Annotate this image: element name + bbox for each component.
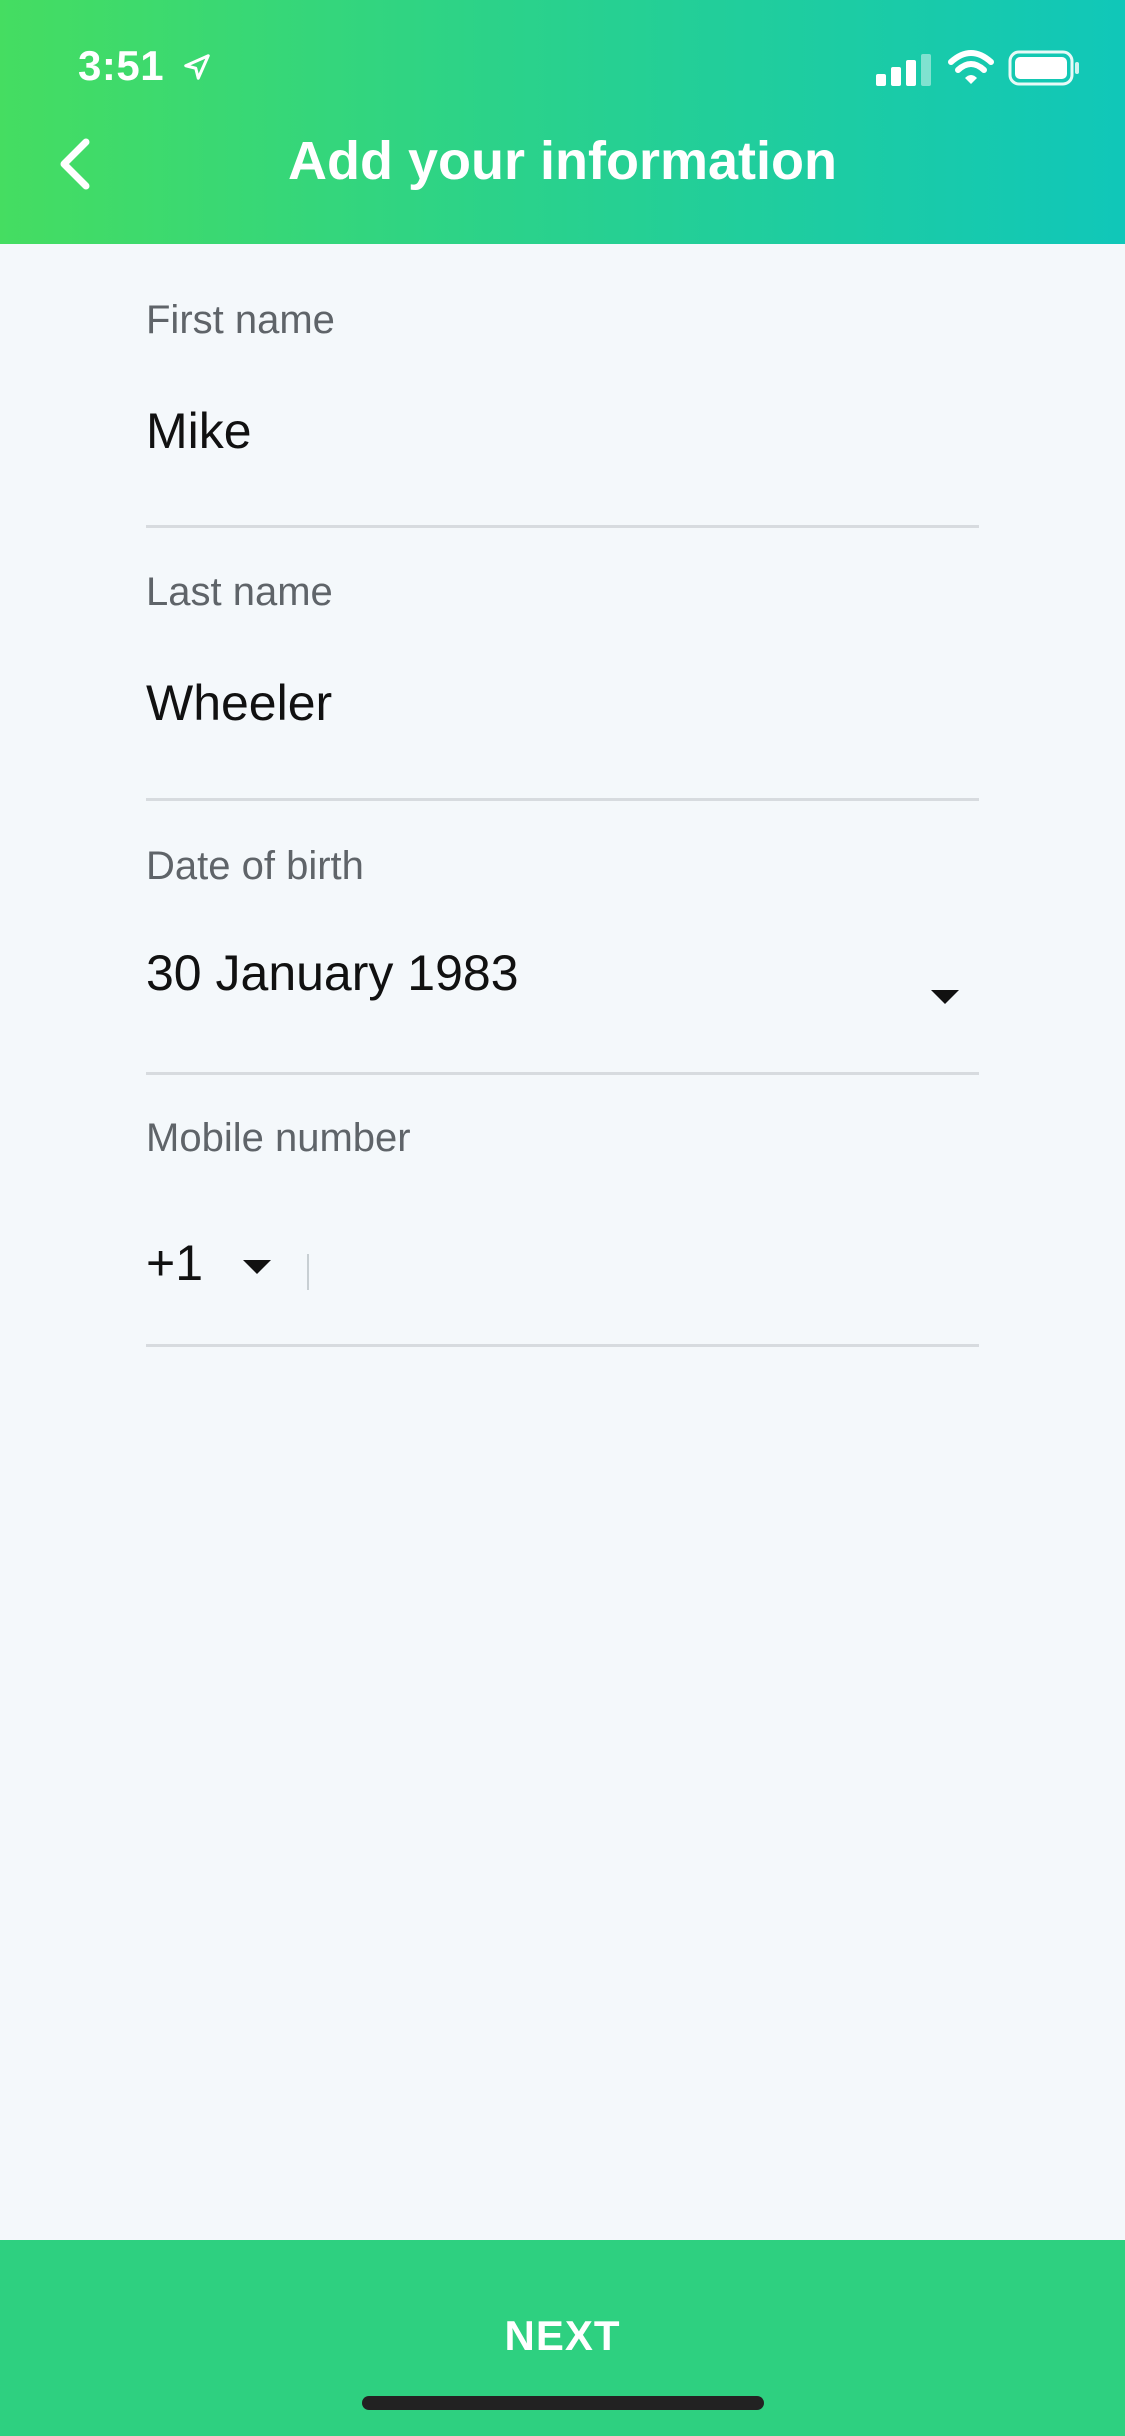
wifi-icon — [948, 50, 994, 84]
page-title: Add your information — [288, 131, 837, 191]
country-code-value[interactable]: +1 — [146, 1234, 203, 1292]
next-button-label: NEXT — [504, 2312, 621, 2359]
date-of-birth-field[interactable]: Date of birth 30 January 1983 — [146, 800, 979, 1084]
last-name-value[interactable]: Wheeler — [146, 674, 332, 732]
battery-icon — [1008, 50, 1079, 86]
mobile-number-label: Mobile number — [146, 1116, 411, 1160]
mobile-number-input-cursor[interactable] — [307, 1254, 309, 1290]
date-of-birth-value[interactable]: 30 January 1983 — [146, 944, 519, 1002]
country-code-caret-icon[interactable] — [243, 1260, 271, 1274]
status-time: 3:51 — [78, 42, 165, 89]
date-of-birth-label: Date of birth — [146, 844, 364, 888]
signal-icon — [876, 54, 931, 86]
mobile-number-underline — [146, 1344, 979, 1347]
location-arrow-icon — [184, 54, 210, 80]
first-name-label: First name — [146, 298, 335, 342]
first-name-value[interactable]: Mike — [146, 402, 252, 460]
mobile-number-field[interactable]: Mobile number +1 — [146, 1074, 979, 1358]
date-dropdown-caret-icon[interactable] — [931, 990, 959, 1004]
home-indicator — [362, 2396, 764, 2410]
last-name-label: Last name — [146, 570, 333, 614]
last-name-field[interactable]: Last name Wheeler — [146, 528, 979, 812]
app-header: 3:51 Add your information — [0, 0, 1125, 244]
first-name-field[interactable]: First name Mike — [146, 244, 979, 528]
